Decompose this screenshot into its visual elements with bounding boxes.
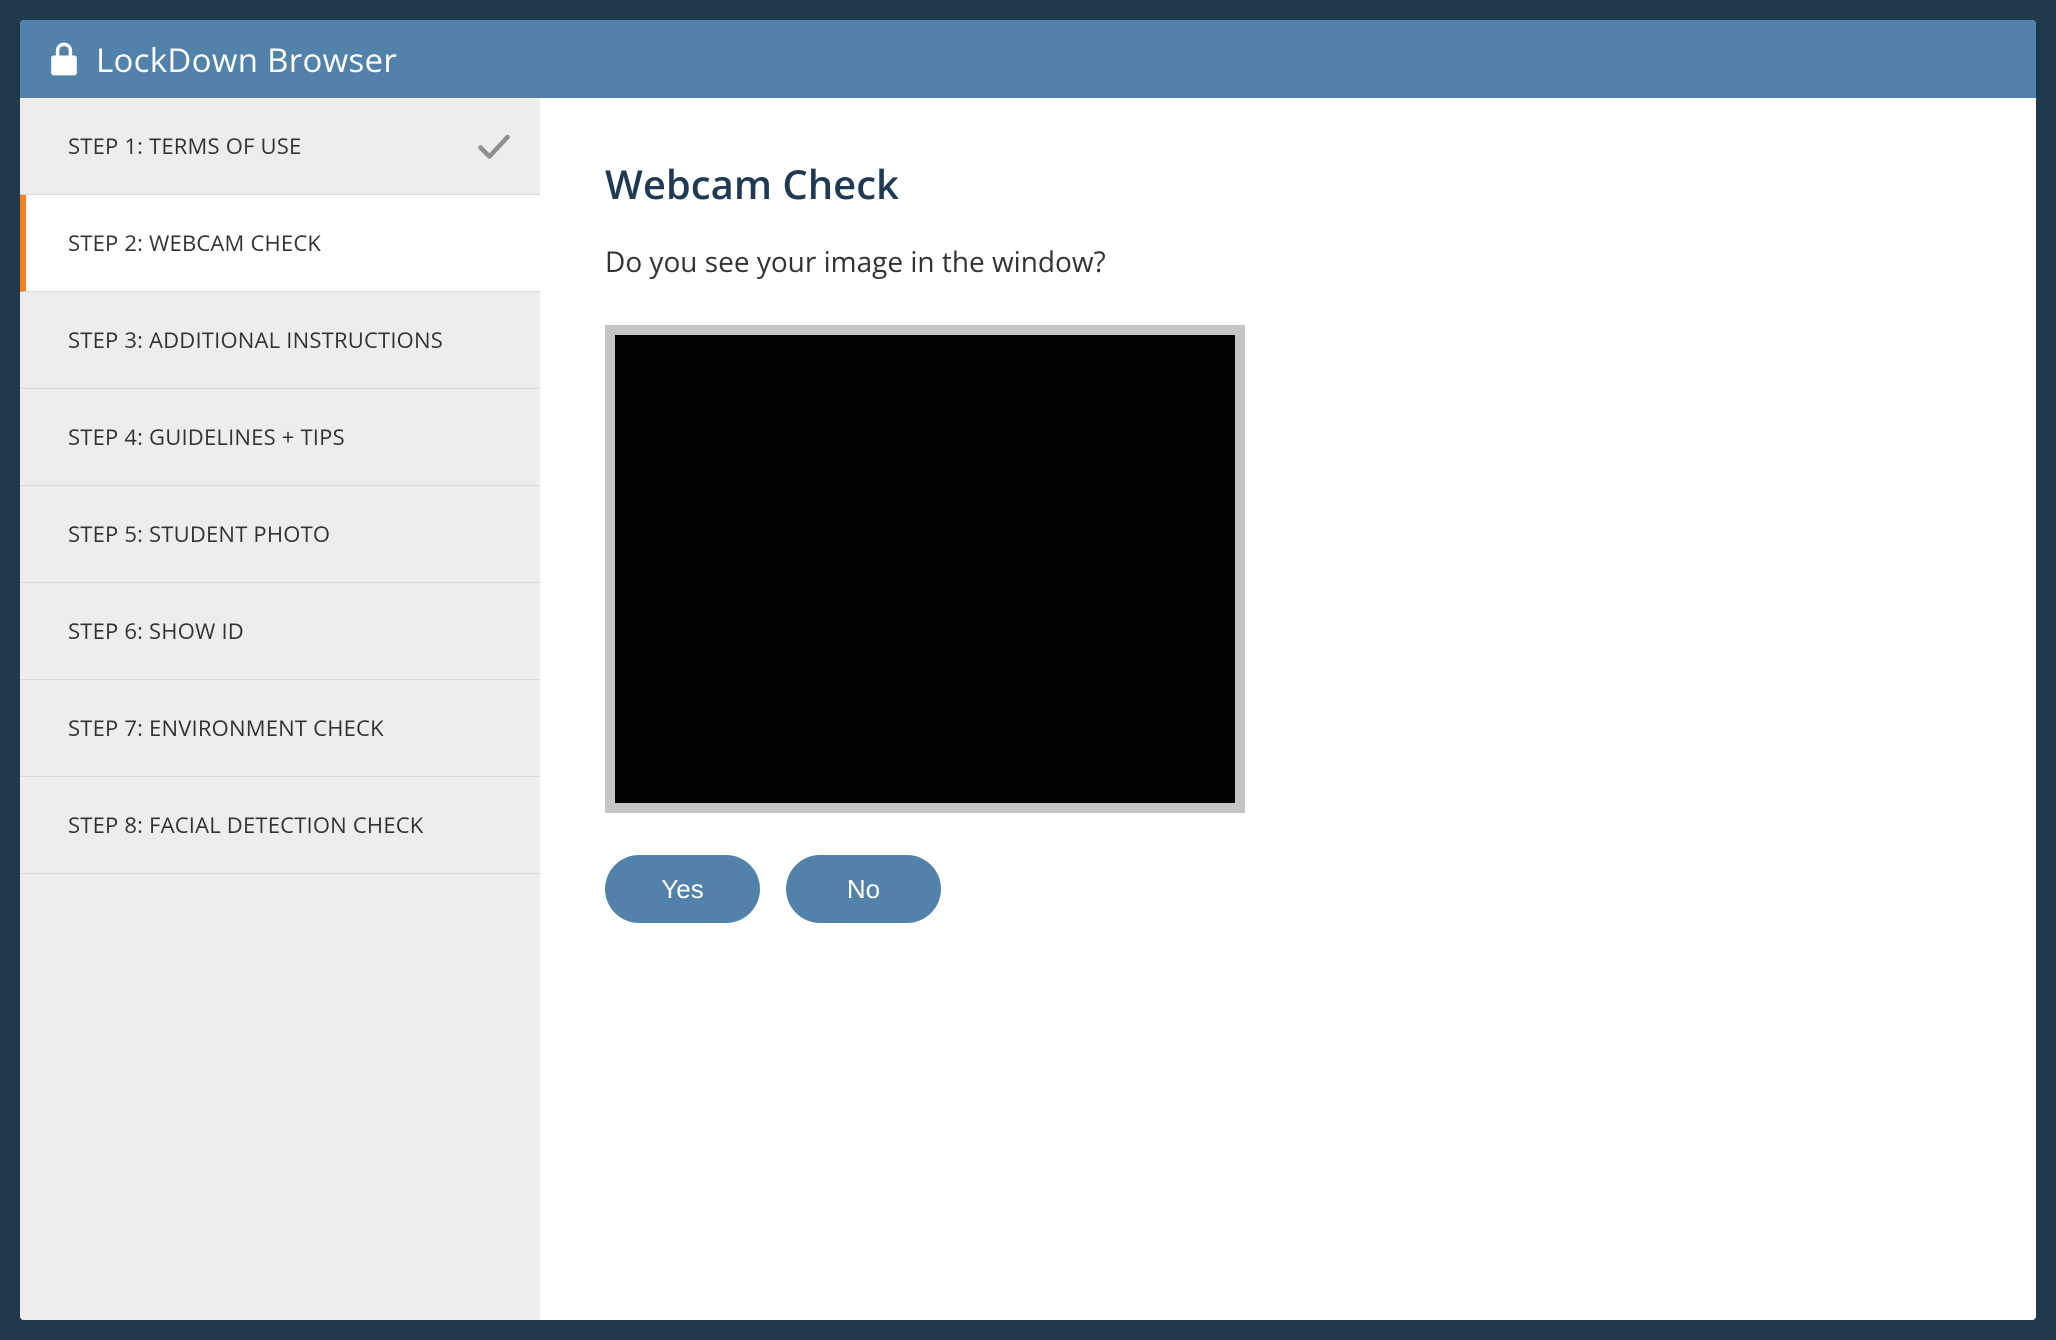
no-button[interactable]: No [786, 855, 941, 923]
header: LockDown Browser [20, 20, 2036, 98]
button-row: Yes No [605, 855, 1971, 923]
page-title: Webcam Check [605, 156, 1971, 211]
sidebar-item-step7[interactable]: STEP 7: ENVIRONMENT CHECK [20, 680, 540, 777]
sidebar-item-label: STEP 4: GUIDELINES + TIPS [68, 422, 345, 452]
sidebar-item-label: STEP 3: ADDITIONAL INSTRUCTIONS [68, 325, 443, 355]
sidebar-item-label: STEP 2: WEBCAM CHECK [68, 228, 321, 258]
webcam-video [615, 335, 1235, 803]
sidebar-item-label: STEP 5: STUDENT PHOTO [68, 519, 330, 549]
check-icon [476, 128, 512, 164]
sidebar-item-label: STEP 7: ENVIRONMENT CHECK [68, 713, 384, 743]
main-content: Webcam Check Do you see your image in th… [540, 98, 2036, 1320]
prompt-text: Do you see your image in the window? [605, 243, 1971, 281]
sidebar-item-label: STEP 1: TERMS OF USE [68, 131, 301, 161]
sidebar-item-step5[interactable]: STEP 5: STUDENT PHOTO [20, 486, 540, 583]
sidebar-item-label: STEP 8: FACIAL DETECTION CHECK [68, 810, 423, 840]
app-window: LockDown Browser STEP 1: TERMS OF USE ST… [20, 20, 2036, 1320]
sidebar-item-step8[interactable]: STEP 8: FACIAL DETECTION CHECK [20, 777, 540, 874]
body: STEP 1: TERMS OF USE STEP 2: WEBCAM CHEC… [20, 98, 2036, 1320]
sidebar-item-step2[interactable]: STEP 2: WEBCAM CHECK [20, 195, 540, 292]
sidebar-item-label: STEP 6: SHOW ID [68, 616, 244, 646]
sidebar-item-step3[interactable]: STEP 3: ADDITIONAL INSTRUCTIONS [20, 292, 540, 389]
app-title: LockDown Browser [96, 37, 397, 82]
sidebar-item-step1[interactable]: STEP 1: TERMS OF USE [20, 98, 540, 195]
yes-button[interactable]: Yes [605, 855, 760, 923]
sidebar-item-step6[interactable]: STEP 6: SHOW ID [20, 583, 540, 680]
webcam-frame [605, 325, 1245, 813]
sidebar: STEP 1: TERMS OF USE STEP 2: WEBCAM CHEC… [20, 98, 540, 1320]
sidebar-item-step4[interactable]: STEP 4: GUIDELINES + TIPS [20, 389, 540, 486]
lock-icon [50, 42, 78, 76]
